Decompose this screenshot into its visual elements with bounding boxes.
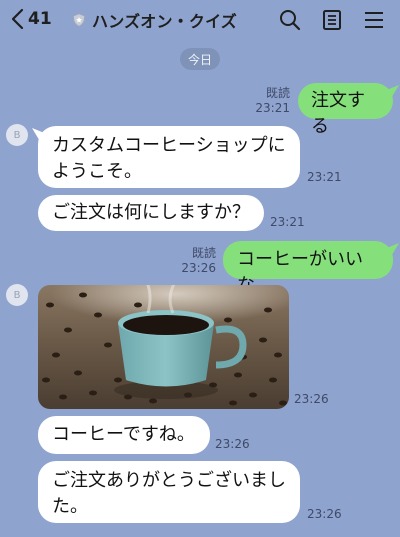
- message-bubble-incoming[interactable]: ご注文ありがとうございました。: [38, 461, 300, 523]
- message-bubble-incoming[interactable]: カスタムコーヒーショップにようこそ。: [38, 126, 300, 188]
- message-time: 23:26: [294, 392, 329, 406]
- avatar[interactable]: B: [6, 284, 28, 306]
- search-icon[interactable]: [278, 8, 302, 32]
- chat-header: 41 ハンズオン・クイズ: [0, 0, 400, 40]
- message-time: 23:26: [307, 507, 342, 521]
- message-bubble-incoming[interactable]: コーヒーですね。: [38, 416, 210, 454]
- message-time: 23:21: [270, 215, 305, 229]
- message-time: 23:26: [181, 261, 216, 275]
- message-time: 23:21: [255, 101, 290, 115]
- message-time: 23:21: [307, 170, 342, 184]
- chat-title: ハンズオン・クイズ: [92, 12, 238, 31]
- menu-icon[interactable]: [362, 8, 386, 32]
- unread-count: 41: [28, 9, 52, 29]
- read-receipt: 既読: [191, 246, 216, 260]
- coffee-cup-photo[interactable]: [38, 285, 289, 409]
- back-chevron-icon: [11, 8, 24, 30]
- back-button[interactable]: 41: [10, 8, 52, 30]
- message-bubble-outgoing[interactable]: コーヒーがいいな: [223, 241, 393, 296]
- message-bubble-incoming[interactable]: ご注文は何にしますか？: [38, 195, 264, 231]
- notes-icon[interactable]: [320, 8, 344, 32]
- shield-icon: [72, 13, 86, 27]
- message-bubble-outgoing[interactable]: 注文する: [298, 83, 393, 137]
- avatar[interactable]: B: [6, 124, 28, 146]
- chat-title-area[interactable]: ハンズオン・クイズ: [72, 8, 237, 32]
- message-time: 23:26: [215, 437, 250, 451]
- date-divider: 今日: [180, 48, 220, 70]
- read-receipt: 既読: [265, 86, 290, 100]
